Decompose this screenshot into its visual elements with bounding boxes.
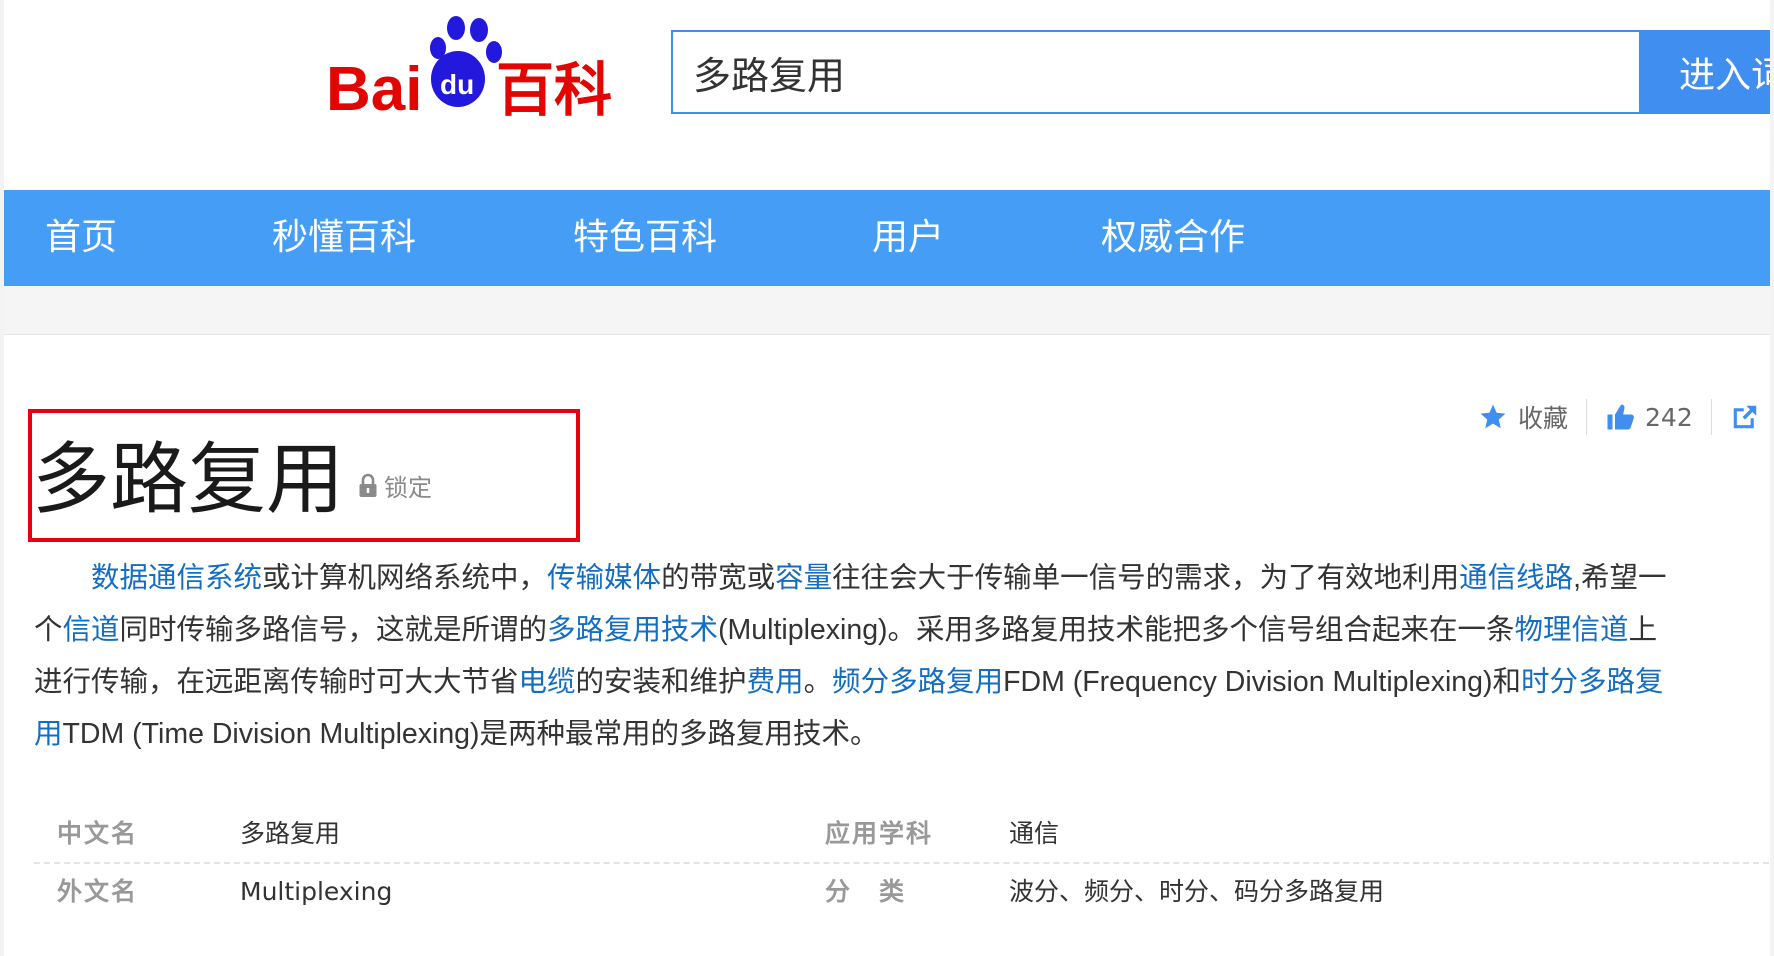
summary-link[interactable]: 容量 <box>775 562 832 594</box>
summary-link[interactable]: 频分多路复用 <box>832 666 1003 698</box>
summary-link[interactable]: 信道 <box>63 614 120 646</box>
summary-text: TDM (Time Division Multiplexing)是两种最常用的多… <box>62 718 879 750</box>
info-value: 波分、频分、时分、码分多路复用 <box>1009 877 1385 906</box>
like-button[interactable]: 242 <box>1605 402 1693 432</box>
summary-link[interactable]: 用 <box>34 718 63 750</box>
info-label: 分 类 <box>825 877 907 906</box>
lock-icon <box>359 473 377 497</box>
summary-text: 上 <box>1628 614 1658 646</box>
info-value: 通信 <box>1009 819 1060 848</box>
summary-line: 用TDM (Time Division Multiplexing)是两种最常用的… <box>34 708 1764 760</box>
thumbs-up-icon <box>1607 404 1634 430</box>
summary-link[interactable]: 传输媒体 <box>547 562 661 594</box>
info-row: 外文名 Multiplexing 分 类 波分、频分、时分、码分多路复用 <box>34 864 1769 920</box>
main-nav: 首页 秒懂百科 特色百科 用户 权威合作 <box>4 190 1770 286</box>
logo-text-du: du <box>440 69 474 100</box>
info-value: Multiplexing <box>240 877 393 906</box>
nav-home[interactable]: 首页 <box>45 190 117 286</box>
summary-text: 。 <box>803 666 833 698</box>
summary-text: 的带宽或 <box>661 562 776 594</box>
summary-text <box>34 562 91 594</box>
summary-link[interactable]: 物理信道 <box>1515 614 1629 646</box>
info-label: 应用学科 <box>825 819 934 848</box>
summary-line: 个信道同时传输多路信号，这就是所谓的多路复用技术(Multiplexing)。采… <box>34 604 1764 656</box>
summary-line: 进行传输，在远距离传输时可大大节省电缆的安装和维护费用。频分多路复用FDM (F… <box>34 656 1764 708</box>
page-title: 多路复用 <box>32 435 345 523</box>
divider <box>1710 399 1712 435</box>
paw-icon: du <box>430 16 502 107</box>
summary-text: 同时传输多路信号，这就是所谓的 <box>119 614 548 646</box>
summary-text: 的安装和维护 <box>575 666 747 698</box>
summary-link[interactable]: 时分多路复 <box>1521 666 1664 698</box>
summary-link[interactable]: 费用 <box>747 666 804 698</box>
logo-text-baike: 百科 <box>496 56 612 117</box>
summary-link[interactable]: 多路复用技术 <box>547 614 718 646</box>
info-row: 中文名 多路复用 应用学科 通信 <box>34 806 1769 864</box>
star-icon <box>1480 404 1506 429</box>
summary-line: 数据通信系统或计算机网络系统中，传输媒体的带宽或容量往往会大于传输单一信号的需求… <box>34 552 1764 604</box>
summary-link[interactable]: 通信线路 <box>1459 562 1573 594</box>
share-icon <box>1733 405 1756 429</box>
like-count: 242 <box>1645 402 1693 432</box>
summary-text: ,希望一 <box>1573 562 1667 594</box>
summary-text: FDM (Frequency Division Multiplexing)和 <box>1003 666 1521 698</box>
logo-text-bai: Bai <box>326 55 422 117</box>
summary-link[interactable]: 数据通信系统 <box>91 562 262 594</box>
summary-text: 个 <box>34 614 63 646</box>
lock-status: 锁定 <box>358 468 432 503</box>
nav-user[interactable]: 用户 <box>872 190 944 286</box>
info-label: 中文名 <box>57 819 139 848</box>
summary-link[interactable]: 电缆 <box>519 666 576 698</box>
entry-actions: 收藏 242 <box>1478 396 1760 438</box>
summary-text: 进行传输，在远距离传输时可大大节省 <box>34 666 519 698</box>
info-value: 多路复用 <box>240 819 341 848</box>
nav-authority-cooperation[interactable]: 权威合作 <box>1101 190 1245 286</box>
summary-text: 往往会大于传输单一信号的需求，为了有效地利用 <box>832 562 1460 594</box>
summary-text: (Multiplexing)。采用多路复用技术能把多个信号组合起来在一条 <box>718 614 1515 646</box>
share-button[interactable] <box>1730 402 1760 432</box>
baidu-baike-logo[interactable]: Bai du 百科 <box>326 12 626 117</box>
search-input[interactable] <box>671 30 1641 114</box>
summary-text: 或计算机网络系统中， <box>262 562 548 594</box>
info-label: 外文名 <box>57 877 139 906</box>
nav-separator-band <box>4 286 1770 335</box>
basic-info: 中文名 多路复用 应用学科 通信 外文名 Multiplexing 分 类 波分… <box>34 806 1769 920</box>
favorite-label: 收藏 <box>1518 404 1569 433</box>
nav-tese-baike[interactable]: 特色百科 <box>573 190 717 286</box>
nav-miaodong-baike[interactable]: 秒懂百科 <box>272 190 416 286</box>
lock-label: 锁定 <box>384 474 432 502</box>
divider <box>1586 399 1588 435</box>
entry-summary: 数据通信系统或计算机网络系统中，传输媒体的带宽或容量往往会大于传输单一信号的需求… <box>34 552 1764 760</box>
enter-entry-button[interactable]: 进入词条 <box>1641 30 1770 114</box>
page: Bai du 百科 进入词条 首页 秒懂百科 特色百科 用户 权威合作 收藏 <box>4 0 1770 956</box>
favorite-button[interactable]: 收藏 <box>1478 399 1568 435</box>
